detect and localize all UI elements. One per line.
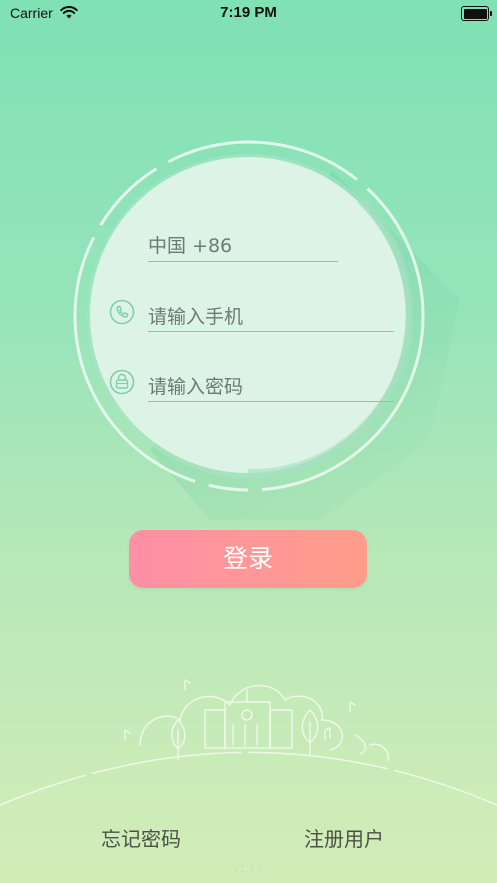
forgot-password-link[interactable]: 忘记密码: [101, 823, 181, 852]
login-button[interactable]: 登录: [129, 530, 367, 588]
password-input[interactable]: 请输入密码: [148, 372, 243, 399]
version-label: v1.4.0: [233, 863, 264, 875]
lock-icon: [109, 369, 135, 395]
country-code-underline: [148, 261, 338, 262]
phone-underline: [148, 331, 394, 332]
phone-input[interactable]: 请输入手机: [148, 302, 243, 329]
landscape-illustration: [0, 679, 497, 806]
login-circle: [73, 140, 460, 520]
phone-icon: [109, 299, 135, 325]
country-code-text: 中国 +86: [148, 235, 233, 257]
password-underline: [148, 401, 394, 402]
register-link[interactable]: 注册用户: [304, 823, 384, 852]
